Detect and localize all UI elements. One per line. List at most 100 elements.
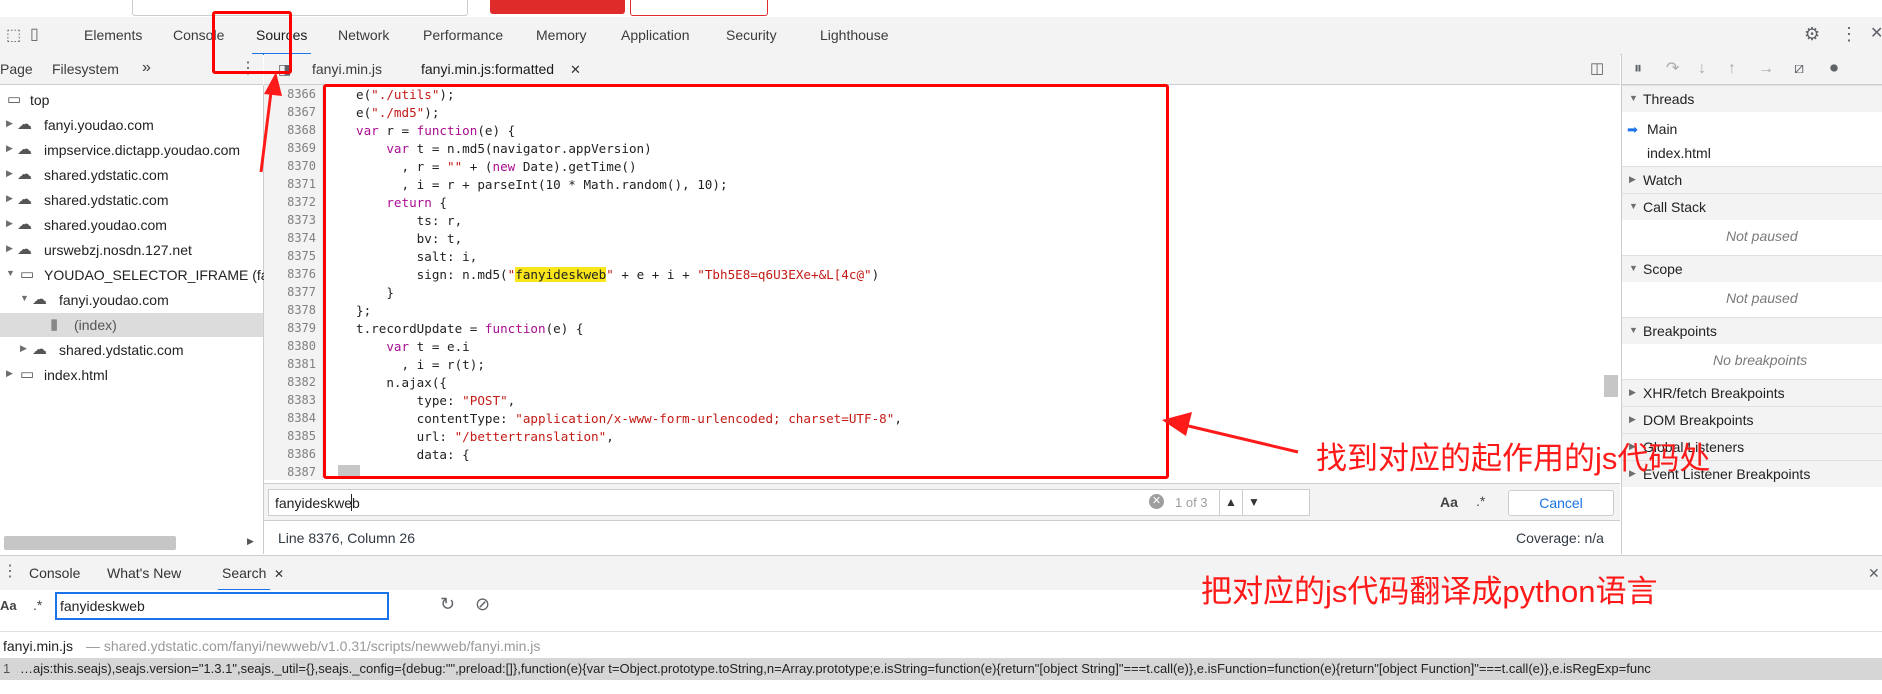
line-number[interactable]: 8366 bbox=[287, 87, 316, 101]
line-number[interactable]: 8367 bbox=[287, 105, 316, 119]
close-tab-icon[interactable]: ✕ bbox=[274, 566, 284, 582]
tree-item-domain[interactable]: ▶ ☁ shared.ydstatic.com bbox=[0, 338, 263, 362]
line-number[interactable]: 8379 bbox=[287, 321, 316, 335]
line-number[interactable]: 8387 bbox=[287, 465, 316, 479]
refresh-icon[interactable]: ↻ bbox=[440, 595, 455, 613]
line-number[interactable]: 8381 bbox=[287, 357, 316, 371]
step-into-icon[interactable]: ↓ bbox=[1698, 61, 1706, 77]
tree-item-domain[interactable]: ▶ ☁ impservice.dictapp.youdao.com bbox=[0, 138, 263, 162]
result-file-name[interactable]: fanyi.min.js bbox=[3, 638, 73, 654]
drawer-tab-whats-new[interactable]: What's New bbox=[107, 565, 181, 581]
tree-item-domain[interactable]: ▶ ☁ urswebzj.nosdn.127.net bbox=[0, 238, 263, 262]
line-number[interactable]: 8385 bbox=[287, 429, 316, 443]
line-number[interactable]: 8377 bbox=[287, 285, 316, 299]
expand-arrow-icon[interactable]: ▶ bbox=[6, 193, 13, 204]
drawer-regex-button[interactable]: .* bbox=[33, 597, 42, 613]
chevron-up-icon[interactable]: ▲ bbox=[1219, 490, 1242, 515]
gear-icon[interactable]: ⚙ bbox=[1804, 25, 1820, 43]
tree-item-top[interactable]: ▭ top bbox=[0, 88, 263, 112]
step-out-icon[interactable]: ↑ bbox=[1728, 61, 1736, 77]
tree-item-domain[interactable]: ▶ ☁ shared.ydstatic.com bbox=[0, 188, 263, 212]
tab-application[interactable]: Application bbox=[621, 27, 690, 43]
tab-memory[interactable]: Memory bbox=[536, 27, 587, 43]
section-xhr-breakpoints[interactable]: ▶ XHR/fetch Breakpoints bbox=[1622, 379, 1882, 406]
line-number[interactable]: 8374 bbox=[287, 231, 316, 245]
close-devtools-icon[interactable]: ✕ bbox=[1870, 26, 1882, 42]
file-tab-formatted[interactable]: fanyi.min.js:formatted bbox=[416, 61, 559, 89]
horizontal-scrollbar[interactable] bbox=[4, 536, 176, 550]
more-menu-icon[interactable]: ⋮ bbox=[1840, 25, 1858, 43]
clear-search-icon[interactable]: ✕ bbox=[1149, 494, 1164, 509]
line-number[interactable]: 8380 bbox=[287, 339, 316, 353]
thread-index-html[interactable]: index.html bbox=[1647, 145, 1711, 161]
thread-main[interactable]: Main bbox=[1647, 121, 1677, 137]
section-threads[interactable]: ▼ Threads bbox=[1622, 85, 1882, 112]
section-breakpoints[interactable]: ▼ Breakpoints bbox=[1622, 317, 1882, 344]
expand-arrow-icon[interactable]: ▶ bbox=[6, 368, 13, 379]
more-tabs-button[interactable]: » bbox=[142, 59, 151, 77]
tree-item-domain[interactable]: ▶ ☁ shared.ydstatic.com bbox=[0, 163, 263, 187]
step-icon[interactable]: → bbox=[1758, 61, 1774, 77]
pause-on-exceptions-icon[interactable]: ⏺ bbox=[1830, 61, 1838, 77]
file-tab-minjs[interactable]: fanyi.min.js bbox=[312, 61, 382, 77]
editor-search-field[interactable]: fanyideskweb ✕ 1 of 3 ▲ ▼ bbox=[268, 489, 1310, 516]
tree-item-iframe[interactable]: ▼ ▭ YOUDAO_SELECTOR_IFRAME (fan bbox=[0, 263, 276, 287]
expand-arrow-icon[interactable]: ▶ bbox=[6, 143, 13, 154]
tree-item-domain[interactable]: ▼ ☁ fanyi.youdao.com bbox=[0, 288, 263, 312]
inspect-element-icon[interactable]: ⬚ bbox=[6, 28, 21, 44]
tree-item-file-selected[interactable]: ▮ (index) bbox=[0, 313, 263, 337]
drawer-match-case-button[interactable]: Aa bbox=[0, 598, 17, 613]
line-number[interactable]: 8376 bbox=[287, 267, 316, 281]
tab-page[interactable]: Page bbox=[0, 61, 33, 77]
line-number[interactable]: 8371 bbox=[287, 177, 316, 191]
tab-filesystem[interactable]: Filesystem bbox=[52, 61, 119, 77]
match-case-button[interactable]: Aa bbox=[1440, 494, 1458, 510]
tab-lighthouse[interactable]: Lighthouse bbox=[820, 27, 889, 43]
section-dom-breakpoints[interactable]: ▶ DOM Breakpoints bbox=[1622, 406, 1882, 433]
drawer-menu-icon[interactable]: ⋮ bbox=[2, 564, 18, 580]
expand-arrow-icon[interactable]: ▶ bbox=[6, 243, 13, 254]
expand-arrow-icon[interactable]: ▶ bbox=[6, 118, 13, 129]
line-number[interactable]: 8386 bbox=[287, 447, 316, 461]
clear-icon[interactable]: ⊘ bbox=[475, 595, 490, 613]
tab-elements[interactable]: Elements bbox=[84, 27, 142, 43]
line-number[interactable]: 8368 bbox=[287, 123, 316, 137]
section-watch[interactable]: ▶ Watch bbox=[1622, 166, 1882, 193]
expand-arrow-icon[interactable]: ▶ bbox=[20, 343, 27, 354]
pause-icon[interactable]: ⏸ bbox=[1634, 61, 1642, 77]
drawer-search-input[interactable]: fanyideskweb bbox=[55, 592, 389, 620]
tree-item-domain[interactable]: ▶ ☁ fanyi.youdao.com bbox=[0, 113, 263, 137]
line-number[interactable]: 8375 bbox=[287, 249, 316, 263]
toggle-debugger-icon[interactable]: ◫ bbox=[1590, 61, 1604, 77]
close-drawer-icon[interactable]: ✕ bbox=[1868, 565, 1880, 581]
line-number[interactable]: 8370 bbox=[287, 159, 316, 173]
line-number[interactable]: 8372 bbox=[287, 195, 316, 209]
regex-button[interactable]: .* bbox=[1476, 493, 1485, 509]
vertical-scrollbar[interactable] bbox=[1604, 375, 1618, 397]
line-number[interactable]: 8382 bbox=[287, 375, 316, 389]
close-tab-icon[interactable]: ✕ bbox=[570, 62, 581, 78]
result-row[interactable]: 1 …ajs:this.seajs),seajs.version="1.3.1"… bbox=[0, 658, 1882, 680]
section-call-stack[interactable]: ▼ Call Stack bbox=[1622, 193, 1882, 220]
drawer-tab-search[interactable]: Search bbox=[217, 565, 271, 591]
line-number[interactable]: 8383 bbox=[287, 393, 316, 407]
step-over-icon[interactable]: ↷ bbox=[1666, 61, 1679, 77]
tab-performance[interactable]: Performance bbox=[423, 27, 503, 43]
expand-arrow-icon[interactable]: ▶ bbox=[6, 168, 13, 179]
cancel-button[interactable]: Cancel bbox=[1508, 490, 1614, 516]
drawer-tab-console[interactable]: Console bbox=[29, 565, 80, 581]
collapse-arrow-icon[interactable]: ▼ bbox=[6, 268, 15, 278]
line-number[interactable]: 8373 bbox=[287, 213, 316, 227]
line-number[interactable]: 8369 bbox=[287, 141, 316, 155]
tree-item-domain[interactable]: ▶ ☁ shared.youdao.com bbox=[0, 213, 263, 237]
section-scope[interactable]: ▼ Scope bbox=[1622, 255, 1882, 282]
expand-arrow-icon[interactable]: ▶ bbox=[6, 218, 13, 229]
chevron-down-icon[interactable]: ▼ bbox=[1242, 490, 1265, 515]
line-number[interactable]: 8378 bbox=[287, 303, 316, 317]
device-toolbar-icon[interactable]: ▯ bbox=[30, 27, 39, 43]
tab-security[interactable]: Security bbox=[726, 27, 777, 43]
line-number[interactable]: 8384 bbox=[287, 411, 316, 425]
deactivate-breakpoints-icon[interactable]: ⧄ bbox=[1794, 61, 1804, 77]
scroll-right-icon[interactable]: ▶ bbox=[247, 536, 254, 547]
collapse-arrow-icon[interactable]: ▼ bbox=[20, 293, 29, 303]
